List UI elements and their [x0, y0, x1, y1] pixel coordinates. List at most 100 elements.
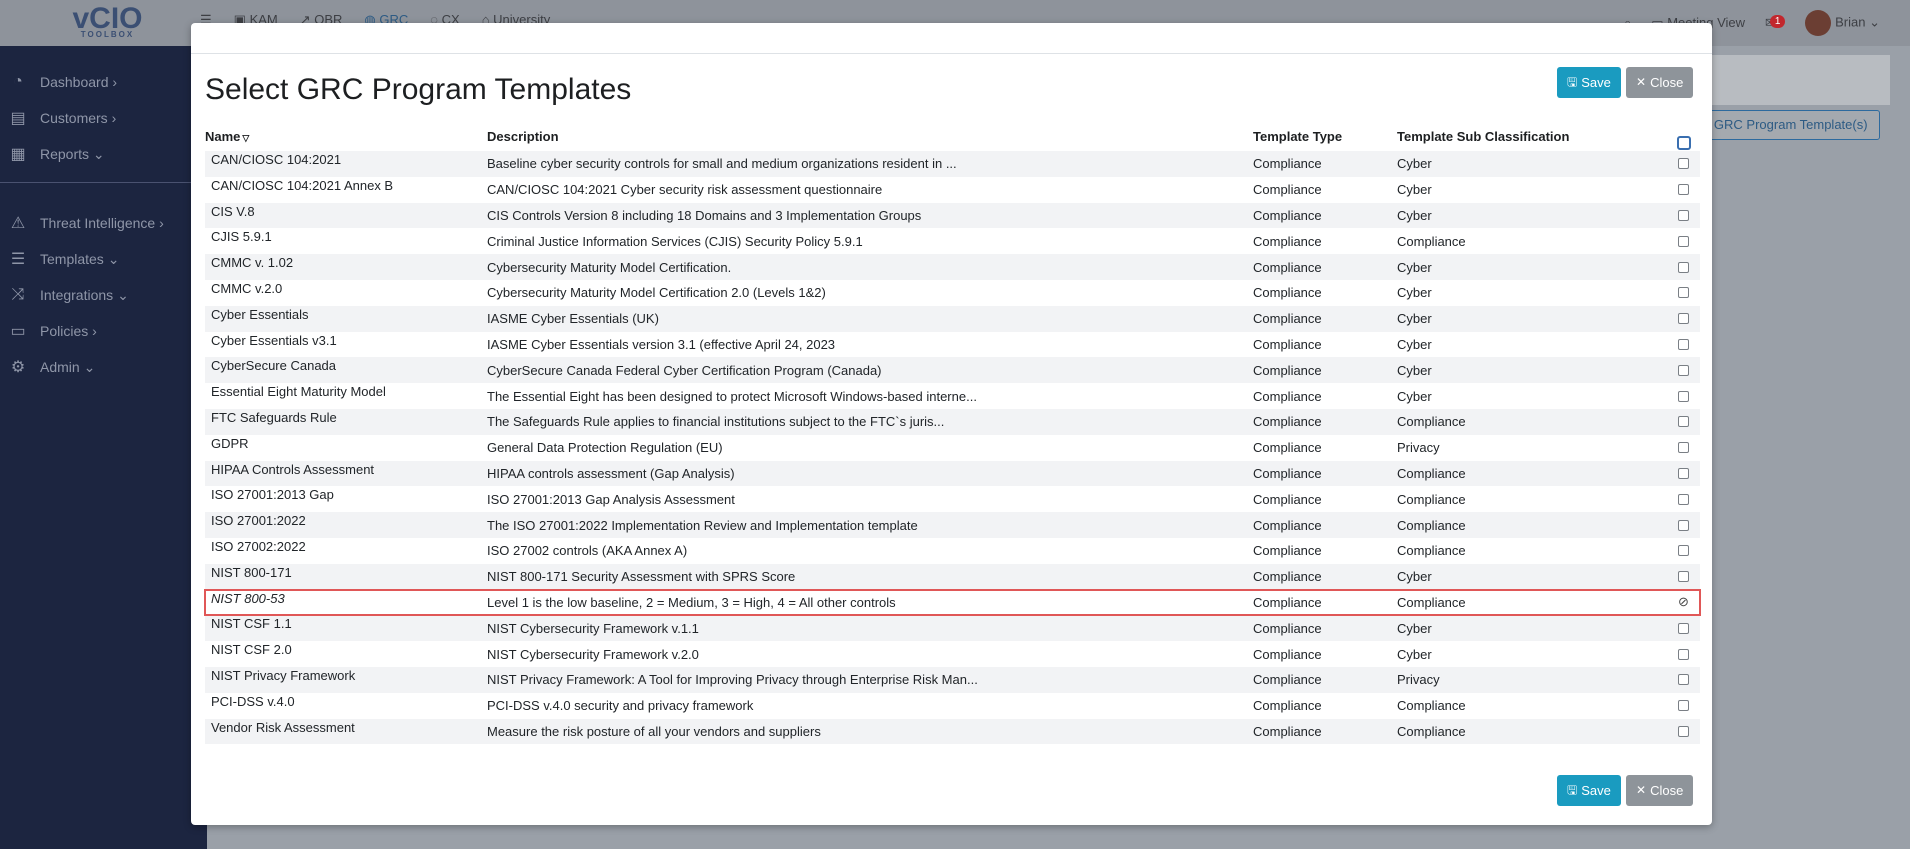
row-select-cell [1667, 622, 1700, 634]
table-row[interactable]: NIST 800-53 Level 1 is the low baseline, … [204, 588, 1701, 617]
row-checkbox[interactable] [1678, 622, 1689, 634]
report-icon: ▦ [10, 146, 26, 163]
row-checkbox[interactable] [1678, 261, 1689, 273]
gauge-icon: ◔ [13, 73, 23, 90]
close-icon: ✕ [1636, 783, 1647, 797]
row-checkbox[interactable] [1678, 390, 1689, 402]
row-select-cell [1667, 313, 1700, 325]
sidebar-item-reports[interactable]: ▦ Reports ⌄ [0, 136, 207, 172]
row-checkbox[interactable] [1678, 442, 1689, 454]
cell-name: CAN/CIOSC 104:2021 [211, 152, 342, 167]
row-checkbox[interactable] [1678, 519, 1689, 531]
row-checkbox[interactable] [1678, 184, 1689, 196]
table-row[interactable]: ISO 27001:2022 The ISO 27001:2022 Impleme… [205, 512, 1700, 538]
table-row[interactable]: PCI-DSS v.4.0 PCI-DSS v.4.0 security and … [205, 693, 1700, 719]
sidebar-item-dashboard[interactable]: ◔ Dashboard › [0, 64, 207, 100]
row-checkbox[interactable] [1678, 287, 1689, 299]
user-name: Brian [1835, 14, 1866, 30]
table-row[interactable]: CIS V.8 CIS Controls Version 8 including … [205, 202, 1700, 229]
sidebar-item-integrations[interactable]: ⤨ Integrations ⌄ [0, 277, 207, 313]
row-select-cell [1667, 390, 1700, 402]
cell-template-type: Compliance [1253, 388, 1322, 404]
table-row[interactable]: NIST Privacy Framework NIST Privacy Frame… [205, 666, 1700, 693]
table-row[interactable]: NIST CSF 2.0 NIST Cybersecurity Framework… [205, 641, 1700, 667]
logo-subtext: TOOLBOX [80, 30, 135, 39]
row-select-cell [1667, 416, 1700, 428]
avatar [1805, 10, 1832, 36]
cell-template-type: Compliance [1253, 336, 1322, 352]
cell-description: NIST Cybersecurity Framework v.1.1 [487, 620, 699, 636]
sidebar-item-label: Dashboard [40, 74, 109, 90]
cell-name: GDPR [211, 435, 249, 451]
table-row[interactable]: ISO 27002:2022 ISO 27002 controls (AKA An… [205, 538, 1700, 564]
table-row[interactable]: CJIS 5.9.1 Criminal Justice Information S… [205, 228, 1700, 254]
row-checkbox[interactable] [1678, 158, 1689, 170]
column-header-sub-classification[interactable]: Template Sub Classification [1397, 129, 1667, 144]
table-row[interactable]: CAN/CIOSC 104:2021 Annex B CAN/CIOSC 104:… [205, 177, 1700, 203]
row-checkbox[interactable] [1678, 545, 1689, 557]
table-row[interactable]: Cyber Essentials IASME Cyber Essentials (… [205, 305, 1700, 332]
add-grc-program-template-button[interactable]: l GRC Program Template(s) [1695, 110, 1880, 140]
unlink-icon[interactable]: ⊘ [1678, 594, 1689, 610]
id-card-icon: ▤ [10, 110, 26, 127]
save-button-bottom[interactable]: 🖫 Save [1557, 775, 1621, 806]
cell-name: CMMC v. 1.02 [211, 255, 294, 271]
table-row[interactable]: CAN/CIOSC 104:2021 Baseline cyber securit… [205, 151, 1700, 177]
row-select-cell [1667, 648, 1700, 660]
table-row[interactable]: NIST CSF 1.1 NIST Cybersecurity Framework… [205, 615, 1700, 642]
cell-template-type: Compliance [1253, 182, 1322, 198]
row-checkbox[interactable] [1678, 209, 1689, 221]
chevron-icon: › [159, 215, 164, 231]
row-checkbox[interactable] [1678, 467, 1689, 479]
row-select-cell [1667, 467, 1700, 479]
sidebar-item-admin[interactable]: ⚙ Admin ⌄ [0, 349, 207, 385]
save-button-top[interactable]: 🖫 Save [1557, 67, 1621, 98]
row-checkbox[interactable] [1678, 364, 1689, 376]
chevron-down-icon: ⌄ [1869, 14, 1880, 30]
warning-icon: ⚠ [10, 215, 26, 232]
table-row[interactable]: Cyber Essentials v3.1 IASME Cyber Essenti… [205, 332, 1700, 358]
gears-icon: ⚙ [10, 359, 26, 376]
table-row[interactable]: GDPR General Data Protection Regulation (… [205, 435, 1700, 461]
row-select-cell [1667, 725, 1700, 737]
chevron-icon: › [92, 323, 97, 339]
app-logo[interactable]: vCIO TOOLBOX [70, 2, 145, 44]
sidebar-item-threat-intelligence[interactable]: ⚠ Threat Intelligence › [0, 205, 207, 241]
sidebar-item-policies[interactable]: ▭ Policies › [0, 313, 207, 349]
table-row[interactable]: CyberSecure Canada CyberSecure Canada Fed… [205, 357, 1700, 384]
row-checkbox[interactable] [1678, 416, 1689, 428]
table-row[interactable]: FTC Safeguards Rule The Safeguards Rule a… [205, 408, 1700, 435]
row-checkbox[interactable] [1678, 235, 1689, 247]
cell-sub-classification: Cyber [1397, 285, 1432, 301]
row-checkbox[interactable] [1678, 571, 1689, 583]
column-header-template-type[interactable]: Template Type [1253, 129, 1397, 144]
user-menu[interactable]: Brian ⌄ [1805, 10, 1880, 36]
close-button-top[interactable]: ✕ Close [1626, 67, 1694, 98]
row-checkbox[interactable] [1678, 674, 1689, 686]
row-checkbox[interactable] [1678, 338, 1689, 350]
table-row[interactable]: Essential Eight Maturity Model The Essent… [205, 383, 1700, 409]
mail-icon[interactable]: ✉1 [1765, 15, 1786, 31]
table-row[interactable]: HIPAA Controls Assessment HIPAA controls … [205, 460, 1700, 487]
table-row[interactable]: CMMC v.2.0 Cybersecurity Maturity Model C… [205, 280, 1700, 306]
row-checkbox[interactable] [1678, 648, 1689, 660]
row-checkbox[interactable] [1678, 700, 1689, 712]
close-button-bottom[interactable]: ✕ Close [1626, 775, 1694, 806]
row-select-cell [1667, 184, 1700, 196]
column-header-name[interactable]: Name ▽ [205, 129, 487, 144]
select-all-checkbox[interactable] [1676, 136, 1691, 150]
sidebar-item-templates[interactable]: ☰ Templates ⌄ [0, 241, 207, 277]
table-row[interactable]: ISO 27001:2013 Gap ISO 27001:2013 Gap Ana… [205, 486, 1700, 512]
table-row[interactable]: Vendor Risk Assessment Measure the risk p… [205, 718, 1700, 745]
row-checkbox[interactable] [1678, 725, 1689, 737]
table-row[interactable]: CMMC v. 1.02 Cybersecurity Maturity Model… [205, 254, 1700, 280]
chevron-icon: ⌄ [117, 286, 129, 303]
document-icon: ▭ [10, 323, 26, 340]
column-header-description[interactable]: Description [487, 129, 1253, 144]
row-checkbox[interactable] [1678, 493, 1689, 505]
row-checkbox[interactable] [1678, 313, 1689, 325]
cell-name: NIST 800-171 [211, 564, 292, 580]
close-icon: ✕ [1636, 75, 1647, 89]
sidebar-item-customers[interactable]: ▤ Customers › [0, 100, 207, 136]
table-row[interactable]: NIST 800-171 NIST 800-171 Security Assess… [205, 563, 1700, 590]
